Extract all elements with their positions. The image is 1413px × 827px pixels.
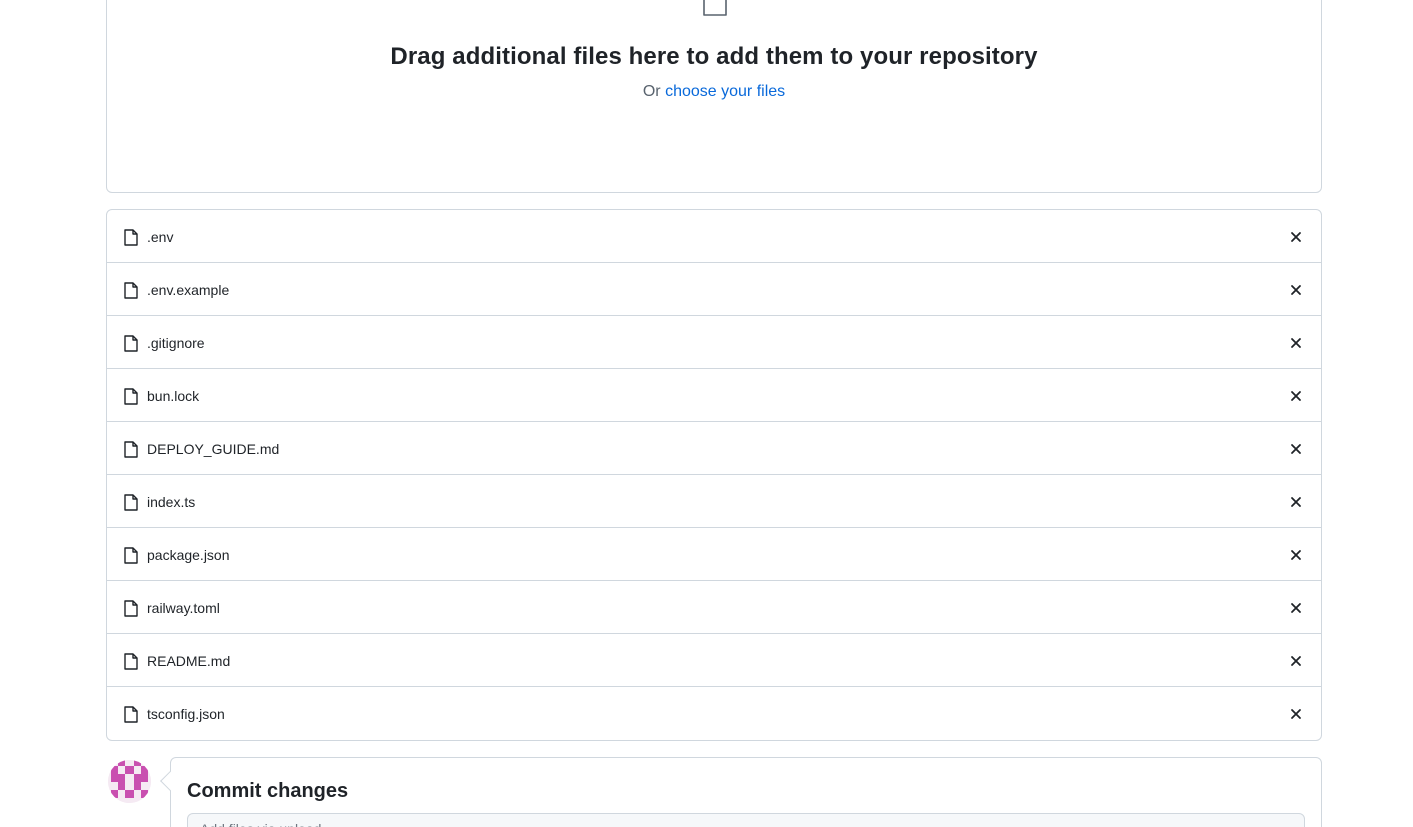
- identicon-icon: [108, 760, 151, 803]
- file-icon: [124, 494, 138, 511]
- remove-file-icon[interactable]: [1289, 601, 1303, 615]
- commit-message-input[interactable]: [187, 813, 1305, 827]
- remove-file-icon[interactable]: [1289, 283, 1303, 297]
- file-icon: [124, 547, 138, 564]
- file-name: tsconfig.json: [147, 706, 225, 722]
- file-row: tsconfig.json: [107, 687, 1321, 740]
- commit-title: Commit changes: [187, 780, 349, 802]
- file-name: README.md: [147, 653, 231, 669]
- file-icon: [703, 0, 727, 16]
- avatar[interactable]: [108, 760, 151, 803]
- file-name: package.json: [147, 547, 230, 563]
- remove-file-icon[interactable]: [1289, 707, 1303, 721]
- file-icon: [124, 653, 138, 670]
- file-name: railway.toml: [147, 600, 220, 616]
- commit-panel-caret: [160, 771, 180, 791]
- remove-file-icon[interactable]: [1289, 654, 1303, 668]
- remove-file-icon[interactable]: [1289, 389, 1303, 403]
- file-name: .env: [147, 229, 174, 245]
- dropzone-or-text: Or: [642, 83, 661, 100]
- remove-file-icon[interactable]: [1289, 548, 1303, 562]
- dropzone-subtext: Or choose your files: [107, 83, 1321, 101]
- choose-files-link[interactable]: choose your files: [665, 83, 785, 100]
- uploaded-file-list: .env .env.example .gitignore bun.lock DEPLOY…: [106, 209, 1322, 741]
- file-row: railway.toml: [107, 581, 1321, 634]
- file-row: package.json: [107, 528, 1321, 581]
- file-icon: [124, 706, 138, 723]
- file-icon: [124, 441, 138, 458]
- file-row: .env.example: [107, 263, 1321, 316]
- remove-file-icon[interactable]: [1289, 336, 1303, 350]
- file-row: index.ts: [107, 475, 1321, 528]
- file-dropzone[interactable]: Drag additional files here to add them t…: [106, 0, 1322, 193]
- commit-panel: Commit changes: [160, 757, 1322, 827]
- remove-file-icon[interactable]: [1289, 495, 1303, 509]
- file-icon: [124, 388, 138, 405]
- file-row: DEPLOY_GUIDE.md: [107, 422, 1321, 475]
- file-row: .env: [107, 210, 1321, 263]
- file-icon: [124, 229, 138, 246]
- file-icon: [124, 282, 138, 299]
- remove-file-icon[interactable]: [1289, 230, 1303, 244]
- dropzone-title: Drag additional files here to add them t…: [390, 43, 1038, 70]
- file-row: .gitignore: [107, 316, 1321, 369]
- file-row: README.md: [107, 634, 1321, 687]
- file-name: DEPLOY_GUIDE.md: [147, 441, 280, 457]
- file-icon: [124, 335, 138, 352]
- file-name: .env.example: [147, 282, 230, 298]
- file-row: bun.lock: [107, 369, 1321, 422]
- file-name: bun.lock: [147, 388, 200, 404]
- upload-page: Drag additional files here to add them t…: [0, 0, 1413, 827]
- remove-file-icon[interactable]: [1289, 442, 1303, 456]
- file-name: index.ts: [147, 494, 196, 510]
- file-name: .gitignore: [147, 335, 205, 351]
- file-icon: [124, 600, 138, 617]
